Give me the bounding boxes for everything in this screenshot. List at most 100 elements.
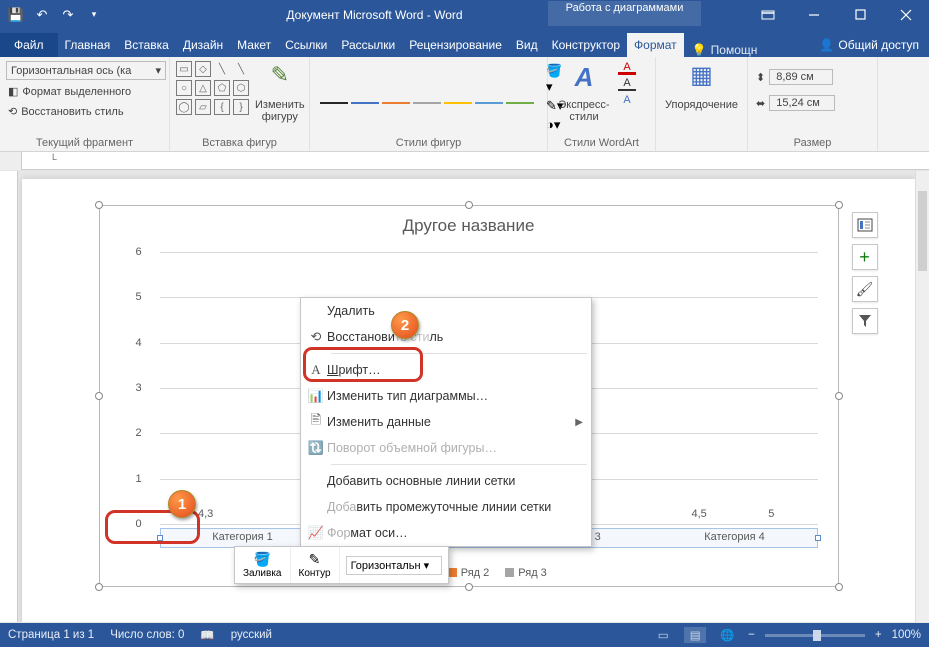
text-fill-icon[interactable]: A <box>618 61 636 75</box>
status-page[interactable]: Страница 1 из 1 <box>8 629 94 641</box>
ctx-font[interactable]: AШрифт… <box>301 357 591 383</box>
legend-item[interactable]: Ряд 2 <box>448 567 490 579</box>
undo-icon[interactable]: ↶ <box>34 7 50 23</box>
ruler-corner <box>0 152 22 170</box>
quick-access-toolbar: 💾 ↶ ↷ ▾ <box>0 7 102 23</box>
selection-handle[interactable] <box>835 392 843 400</box>
chart-filters-icon[interactable] <box>852 308 878 334</box>
status-bar: Страница 1 из 1 Число слов: 0 📖 русский … <box>0 623 929 647</box>
selection-handle[interactable] <box>95 201 103 209</box>
chart-title[interactable]: Другое название <box>100 206 838 242</box>
axis-handle[interactable] <box>815 535 821 541</box>
zoom-in-icon[interactable]: + <box>875 629 882 641</box>
share-button[interactable]: 👤 Общий доступ <box>809 33 929 57</box>
arrange-icon: ▦ <box>686 63 718 95</box>
scrollbar-thumb[interactable] <box>918 191 927 271</box>
reset-icon: ⟲ <box>305 329 327 345</box>
chart-elements-icon[interactable]: + <box>852 244 878 270</box>
horizontal-ruler[interactable]: L /*static ruler ticks via spans below*/ <box>22 152 929 170</box>
ctx-reset-style[interactable]: ⟲Восстановить стиль <box>301 324 591 350</box>
arrange-button[interactable]: ▦ Упорядочение <box>662 61 741 113</box>
font-icon: A <box>305 362 327 378</box>
zoom-thumb[interactable] <box>813 630 821 641</box>
mini-fill-button[interactable]: 🪣Заливка <box>235 547 291 583</box>
outline-icon: ✎ <box>309 551 321 568</box>
y-tick: 1 <box>136 473 142 485</box>
zoom-slider[interactable] <box>765 634 865 637</box>
reset-icon: ⟲ <box>8 105 17 118</box>
tab-layout[interactable]: Макет <box>230 33 278 57</box>
legend-item[interactable]: Ряд 3 <box>505 567 547 579</box>
zoom-level[interactable]: 100% <box>892 629 921 641</box>
ctx-add-minor-gridlines[interactable]: Добавить промежуточные линии сетки <box>301 494 591 520</box>
format-icon: ◧ <box>8 85 18 98</box>
format-selection-button[interactable]: ◧Формат выделенного <box>6 83 133 100</box>
shapes-gallery[interactable]: ▭◇╲╲ ○△⬠⬡ ◯▱{} <box>176 61 249 115</box>
ctx-format-axis[interactable]: 📈Формат оси… <box>301 520 591 546</box>
shape-styles-gallery[interactable] <box>316 88 538 108</box>
tab-design[interactable]: Дизайн <box>176 33 230 57</box>
reset-style-button[interactable]: ⟲Восстановить стиль <box>6 103 126 120</box>
ribbon-display-icon[interactable] <box>745 0 791 29</box>
selection-handle[interactable] <box>95 583 103 591</box>
width-input[interactable]: ⬌15,24 см <box>754 93 837 113</box>
mini-axis-dropdown[interactable]: Горизонтальн ▾ <box>340 547 448 583</box>
y-tick: 6 <box>136 246 142 258</box>
y-tick: 5 <box>136 291 142 303</box>
chart-styles-icon[interactable]: 🖌 <box>852 276 878 302</box>
wordart-styles-button[interactable]: A Экспресс- стили <box>554 61 614 125</box>
selection-handle[interactable] <box>465 583 473 591</box>
ctx-change-chart-type[interactable]: 📊Изменить тип диаграммы… <box>301 383 591 409</box>
tab-view[interactable]: Вид <box>509 33 545 57</box>
tab-review[interactable]: Рецензирование <box>402 33 509 57</box>
status-language[interactable]: русский <box>231 629 272 641</box>
mini-outline-button[interactable]: ✎Контур <box>291 547 340 583</box>
tell-me[interactable]: 💡 Помощн <box>692 43 758 57</box>
web-layout-icon[interactable]: 🌐 <box>716 627 738 643</box>
status-word-count[interactable]: Число слов: 0 <box>110 629 184 641</box>
data-label: 4,3 <box>198 508 213 520</box>
chart-legend[interactable]: Ряд 1Ряд 2Ряд 3 <box>100 567 838 581</box>
status-proof-icon[interactable]: 📖 <box>200 628 214 642</box>
tab-chart-design[interactable]: Конструктор <box>545 33 627 57</box>
tab-mailings[interactable]: Рассылки <box>334 33 402 57</box>
layout-options-icon[interactable] <box>852 212 878 238</box>
group-label-shapes: Вставка фигур <box>176 135 303 149</box>
tab-insert[interactable]: Вставка <box>117 33 176 57</box>
vertical-scrollbar[interactable] <box>915 171 929 622</box>
selection-handle[interactable] <box>835 583 843 591</box>
selection-handle[interactable] <box>95 392 103 400</box>
zoom-out-icon[interactable]: − <box>748 629 755 641</box>
print-layout-icon[interactable]: ▤ <box>684 627 706 643</box>
height-input[interactable]: ⬍8,89 см <box>754 67 835 87</box>
chart-element-dropdown[interactable]: Горизонтальная ось (ка▾ <box>6 61 166 80</box>
change-shape-button[interactable]: ✎ Изменить фигуру <box>253 61 307 125</box>
selection-handle[interactable] <box>835 201 843 209</box>
read-mode-icon[interactable]: ▭ <box>652 627 674 643</box>
vertical-ruler[interactable] <box>0 171 18 622</box>
maximize-icon[interactable] <box>837 0 883 29</box>
ctx-add-major-gridlines[interactable]: Добавить основные линии сетки <box>301 468 591 494</box>
y-tick: 4 <box>136 337 142 349</box>
ribbon: Горизонтальная ось (ка▾ ◧Формат выделенн… <box>0 57 929 152</box>
tab-references[interactable]: Ссылки <box>278 33 334 57</box>
ctx-change-data[interactable]: 🖹Изменить данные▶ <box>301 409 591 435</box>
height-icon: ⬍ <box>756 71 765 84</box>
tab-home[interactable]: Главная <box>58 33 118 57</box>
x-category-label[interactable]: Категория 4 <box>704 531 765 543</box>
text-effects-icon[interactable]: A <box>618 93 636 107</box>
tab-file[interactable]: Файл <box>0 33 58 57</box>
minimize-icon[interactable] <box>791 0 837 29</box>
selection-handle[interactable] <box>465 201 473 209</box>
ctx-delete[interactable]: Удалить <box>301 298 591 324</box>
lightbulb-icon: 💡 <box>692 43 707 57</box>
qat-dropdown-icon[interactable]: ▾ <box>86 7 102 23</box>
tab-format[interactable]: Формат <box>627 33 684 57</box>
close-icon[interactable] <box>883 0 929 29</box>
chart-flyout: + 🖌 <box>852 212 878 334</box>
save-icon[interactable]: 💾 <box>8 7 24 23</box>
text-outline-icon[interactable]: A <box>618 77 636 91</box>
axis-handle[interactable] <box>157 535 163 541</box>
x-category-label[interactable]: Категория 1 <box>212 531 273 543</box>
redo-icon[interactable]: ↷ <box>60 7 76 23</box>
